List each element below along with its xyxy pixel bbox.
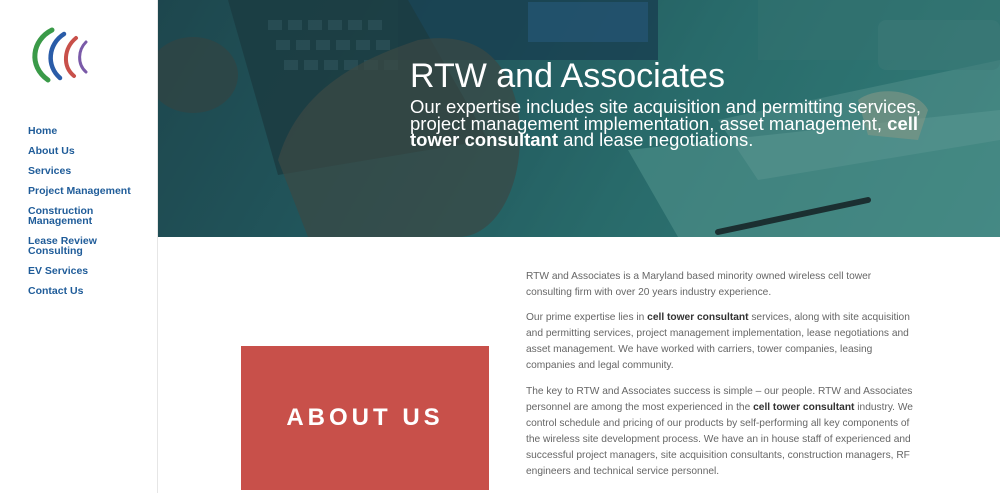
nav-item-construction-management[interactable]: Construction Management [28, 206, 152, 227]
about-paragraph-1: RTW and Associates is a Maryland based m… [526, 271, 872, 299]
nav-item-about-us[interactable]: About Us [28, 146, 152, 157]
hero-subtitle: Our expertise includes site acquisition … [410, 96, 930, 150]
nav-item-contact-us[interactable]: Contact Us [28, 286, 152, 297]
sidebar: Home About Us Services Project Managemen… [0, 0, 158, 493]
about-paragraph-2-highlight: cell tower consultant [647, 312, 749, 324]
about-paragraph-3-highlight: cell tower consultant [753, 401, 855, 413]
nav-item-ev-services[interactable]: EV Services [28, 266, 152, 277]
about-us-block: ABOUT US [241, 346, 489, 490]
about-us-heading: ABOUT US [286, 404, 444, 431]
rtw-logo-icon[interactable] [26, 26, 90, 84]
nav-item-lease-review-consulting[interactable]: Lease Review Consulting [28, 236, 152, 257]
about-paragraph-2-text: Our prime expertise lies in [526, 312, 648, 324]
hero-subtitle-text-end: and lease negotiations. [558, 129, 754, 150]
hero-title: RTW and Associates [410, 57, 725, 95]
main-nav: Home About Us Services Project Managemen… [28, 126, 152, 306]
nav-item-home[interactable]: Home [28, 126, 152, 137]
nav-item-services[interactable]: Services [28, 166, 152, 177]
hero-banner: RTW and Associates Our expertise include… [158, 0, 1000, 237]
hero-subtitle-text: Our expertise includes site acquisition … [410, 96, 922, 134]
about-paragraph-2: Our prime expertise lies in cell tower c… [526, 310, 918, 374]
about-content: RTW and Associates is a Maryland based m… [526, 269, 918, 489]
nav-item-project-management[interactable]: Project Management [28, 186, 152, 197]
about-paragraph-3: The key to RTW and Associates success is… [526, 384, 918, 481]
